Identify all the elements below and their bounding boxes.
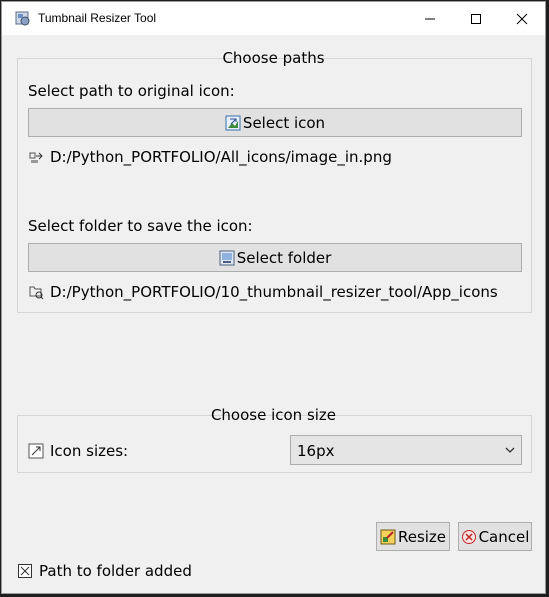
window-title: Tumbnail Resizer Tool xyxy=(38,11,157,25)
title-bar: Tumbnail Resizer Tool xyxy=(2,2,545,35)
cancel-label: Cancel xyxy=(478,527,530,546)
main-window: Tumbnail Resizer Tool Choose paths Selec… xyxy=(1,1,546,594)
status-bar: Path to folder added xyxy=(18,562,192,580)
icon-path-row: D:/Python_PORTFOLIO/All_icons/image_in.p… xyxy=(28,148,392,166)
icon-path-label: Select path to original icon: xyxy=(28,82,235,100)
status-icon xyxy=(18,564,32,578)
maximize-icon xyxy=(471,14,481,24)
minimize-button[interactable] xyxy=(407,2,453,35)
icon-size-select[interactable]: 16px xyxy=(290,435,522,465)
icon-sizes-label: Icon sizes: xyxy=(50,442,129,460)
image-icon xyxy=(225,115,241,130)
app-icon xyxy=(15,11,30,26)
chevron-down-icon xyxy=(505,447,515,453)
folder-image-icon xyxy=(219,250,235,265)
close-icon xyxy=(516,13,528,25)
resize-icon xyxy=(28,443,44,459)
cancel-icon xyxy=(461,529,476,544)
select-folder-button[interactable]: Select folder xyxy=(28,243,522,272)
close-button[interactable] xyxy=(499,2,545,35)
select-icon-label: Select icon xyxy=(242,113,326,132)
folder-path-value: D:/Python_PORTFOLIO/10_thumbnail_resizer… xyxy=(50,283,498,301)
select-folder-label: Select folder xyxy=(236,248,332,267)
maximize-button[interactable] xyxy=(453,2,499,35)
minimize-icon xyxy=(425,18,435,20)
folder-path-icon xyxy=(29,286,44,300)
paths-group-title: Choose paths xyxy=(222,49,325,67)
icon-sizes-row: Icon sizes: xyxy=(28,442,128,460)
select-icon-button[interactable]: Select icon xyxy=(28,108,522,137)
cancel-button[interactable]: Cancel xyxy=(458,522,532,551)
status-text: Path to folder added xyxy=(39,562,192,580)
size-group-title: Choose icon size xyxy=(210,406,337,424)
icon-size-value: 16px xyxy=(297,442,335,460)
file-path-icon xyxy=(29,152,43,163)
icon-path-value: D:/Python_PORTFOLIO/All_icons/image_in.p… xyxy=(50,148,392,166)
folder-path-label: Select folder to save the icon: xyxy=(28,217,253,235)
resize-tool-icon xyxy=(380,529,396,544)
resize-button[interactable]: Resize xyxy=(376,522,450,551)
folder-path-row: D:/Python_PORTFOLIO/10_thumbnail_resizer… xyxy=(28,283,498,301)
resize-label: Resize xyxy=(397,527,447,546)
